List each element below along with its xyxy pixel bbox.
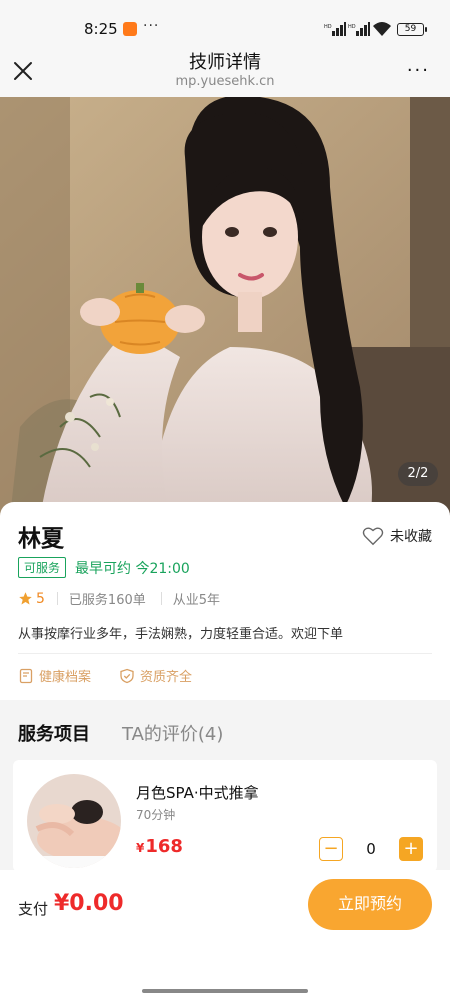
service-duration: 70分钟: [136, 808, 176, 822]
tab-bar: 服务项目 TA的评价(4): [0, 700, 450, 760]
battery-icon: 59: [397, 23, 427, 36]
photo-counter: 2/2: [398, 462, 438, 486]
qualification-label: 资质齐全: [140, 670, 193, 685]
star-icon: [19, 592, 32, 605]
quantity-stepper: − 0 +: [319, 837, 423, 861]
svg-text:HD: HD: [324, 24, 332, 30]
technician-photo[interactable]: 2/2: [0, 97, 450, 517]
status-time: 8:25: [84, 20, 118, 38]
more-menu-icon[interactable]: ···: [407, 60, 430, 81]
quantity-value: 0: [366, 840, 376, 858]
service-price: ¥168: [136, 836, 183, 857]
availability-row: 可服务 最早可约 今21:00: [18, 557, 190, 578]
divider: [160, 592, 162, 605]
favorite-button[interactable]: 未收藏: [362, 524, 432, 548]
signal-icon: HD: [324, 22, 346, 36]
availability-badge: 可服务: [18, 557, 67, 578]
pay-amount: ¥0.00: [54, 891, 124, 916]
divider: [18, 653, 432, 654]
decrease-button[interactable]: −: [319, 837, 343, 861]
heart-icon: [362, 527, 384, 546]
status-bar: 8:25 ··· HD HD 59: [0, 0, 450, 40]
home-indicator-area: [0, 980, 450, 1000]
document-icon: [19, 668, 33, 683]
page-title: 技师详情: [189, 52, 261, 73]
wifi-icon: [373, 22, 391, 36]
technician-intro: 从事按摩行业多年，手法娴熟，力度轻重合适。欢迎下单: [18, 627, 344, 642]
increase-button[interactable]: +: [399, 837, 423, 861]
price-value: 168: [145, 836, 183, 857]
health-record-label: 健康档案: [39, 670, 92, 685]
home-indicator[interactable]: [142, 989, 308, 993]
earliest-available-time: 最早可约 今21:00: [75, 560, 190, 577]
tab-services[interactable]: 服务项目: [18, 720, 90, 746]
service-illustration: [27, 774, 121, 868]
pay-label: 支付: [18, 900, 49, 918]
favorite-label: 未收藏: [390, 529, 432, 545]
app: 8:25 ··· HD HD 59 技师详情 mp.yuesehk.cn ···: [0, 0, 450, 1000]
currency-symbol: ¥: [136, 841, 145, 855]
health-record-link[interactable]: 健康档案: [18, 666, 91, 685]
service-image: [27, 774, 121, 868]
signal-icon-2: HD: [348, 22, 370, 36]
stats-row: 5 已服务160单 从业5年: [18, 589, 235, 608]
rating-value: 5: [36, 590, 45, 607]
notification-app-icon: [123, 22, 137, 36]
photo-illustration: [0, 97, 450, 517]
svg-text:HD: HD: [348, 24, 356, 30]
status-more-icon: ···: [143, 18, 160, 34]
service-card[interactable]: 月色SPA·中式推拿 70分钟 ¥168 − 0 +: [13, 760, 437, 872]
technician-info-card: 林夏 未收藏 可服务 最早可约 今21:00 5 已服务160单 从业5年 从事…: [0, 502, 450, 700]
page-url: mp.yuesehk.cn: [175, 74, 275, 89]
shield-check-icon: [120, 668, 134, 683]
divider: [56, 592, 58, 605]
service-name: 月色SPA·中式推拿: [136, 784, 259, 802]
qualification-link[interactable]: 资质齐全: [119, 666, 192, 685]
certification-row: 健康档案 资质齐全: [18, 666, 220, 685]
experience-years: 从业5年: [172, 593, 221, 608]
tab-reviews[interactable]: TA的评价(4): [122, 720, 223, 746]
served-count: 已服务160单: [68, 593, 146, 608]
payment-bar: 支付 ¥0.00 立即预约: [0, 870, 450, 980]
nav-bar: 技师详情 mp.yuesehk.cn ···: [0, 40, 450, 97]
book-now-button[interactable]: 立即预约: [308, 879, 432, 930]
technician-name: 林夏: [18, 526, 64, 552]
